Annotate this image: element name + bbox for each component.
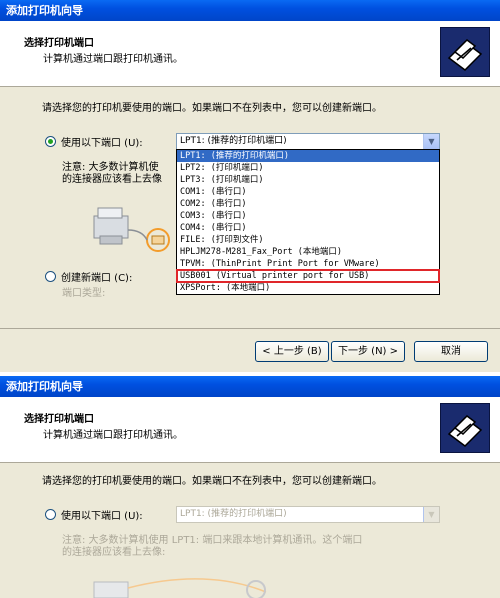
use-port-radio[interactable]	[45, 509, 56, 520]
port-option-com3[interactable]: COM3: (串行口)	[177, 210, 439, 222]
instruction-text: 请选择您的打印机要使用的端口。如果端口不在列表中，您可以创建新端口。	[42, 103, 382, 114]
port-option-fax[interactable]: HPLJM278-M281_Fax_Port (本地端口)	[177, 246, 439, 258]
lpt-connector-graphic	[93, 207, 170, 252]
port-select[interactable]: LPT1: (推荐的打印机端口) ▼	[176, 133, 440, 150]
create-port-label: 创建新端口 (C):	[61, 273, 133, 284]
printer-icon	[440, 27, 490, 77]
wizard-header: 选择打印机端口 计算机通过端口跟打印机通讯。	[0, 21, 500, 87]
port-option-lpt3[interactable]: LPT3: (打印机端口)	[177, 174, 439, 186]
use-port-radio[interactable]	[45, 136, 56, 147]
port-option-lpt1[interactable]: LPT1: (推荐的打印机端口)	[177, 150, 439, 162]
header-title: 选择打印机端口	[24, 38, 94, 49]
title-bar: 添加打印机向导	[0, 376, 500, 397]
port-option-xpsport[interactable]: XPSPort: (本地端口)	[177, 282, 439, 294]
port-option-com2[interactable]: COM2: (串行口)	[177, 198, 439, 210]
next-button[interactable]: 下一步 (N) >	[331, 341, 405, 362]
cancel-button[interactable]: 取消	[414, 341, 488, 362]
wizard-header: 选择打印机端口 计算机通过端口跟打印机通讯。	[0, 397, 500, 463]
port-select-value: LPT1: (推荐的打印机端口)	[180, 509, 287, 519]
printer-icon	[440, 403, 490, 453]
lpt-connector-graphic	[93, 578, 267, 598]
port-option-tpvm[interactable]: TPVM: (ThinPrint Print Port for VMware)	[177, 258, 439, 270]
note-line-1: 注意: 大多数计算机使	[62, 162, 159, 173]
title-bar: 添加打印机向导	[0, 0, 500, 21]
use-port-label: 使用以下端口 (U):	[61, 511, 143, 522]
note-line-2: 的连接器应该看上去像:	[62, 547, 166, 558]
port-option-file[interactable]: FILE: (打印到文件)	[177, 234, 439, 246]
wizard-window-1: 添加打印机向导 选择打印机端口 计算机通过端口跟打印机通讯。 请选择您的打印机要…	[0, 0, 500, 372]
chevron-down-icon[interactable]: ▼	[423, 507, 439, 522]
note-line-1: 注意: 大多数计算机使用 LPT1: 端口来跟本地计算机通讯。这个端口	[62, 535, 363, 546]
chevron-down-icon[interactable]: ▼	[423, 134, 439, 149]
instruction-text: 请选择您的打印机要使用的端口。如果端口不在列表中，您可以创建新端口。	[42, 476, 382, 487]
header-subtitle: 计算机通过端口跟打印机通讯。	[43, 54, 183, 65]
port-option-usb001[interactable]: USB001 (Virtual printer port for USB)	[176, 269, 440, 283]
back-button[interactable]: < 上一步 (B)	[255, 341, 329, 362]
port-dropdown-list[interactable]: LPT1: (推荐的打印机端口) LPT2: (打印机端口) LPT3: (打印…	[176, 149, 440, 295]
port-select-value: LPT1: (推荐的打印机端口)	[180, 136, 287, 146]
header-subtitle: 计算机通过端口跟打印机通讯。	[43, 430, 183, 441]
header-title: 选择打印机端口	[24, 414, 94, 425]
port-option-lpt2[interactable]: LPT2: (打印机端口)	[177, 162, 439, 174]
port-option-com4[interactable]: COM4: (串行口)	[177, 222, 439, 234]
divider	[0, 328, 500, 329]
create-port-radio[interactable]	[45, 271, 56, 282]
note-line-2: 的连接器应该看上去像	[62, 174, 162, 185]
port-type-label: 端口类型:	[62, 288, 106, 299]
port-select[interactable]: LPT1: (推荐的打印机端口) ▼	[176, 506, 440, 523]
wizard-window-2: 添加打印机向导 选择打印机端口 计算机通过端口跟打印机通讯。 请选择您的打印机要…	[0, 376, 500, 598]
use-port-label: 使用以下端口 (U):	[61, 138, 143, 149]
port-option-com1[interactable]: COM1: (串行口)	[177, 186, 439, 198]
